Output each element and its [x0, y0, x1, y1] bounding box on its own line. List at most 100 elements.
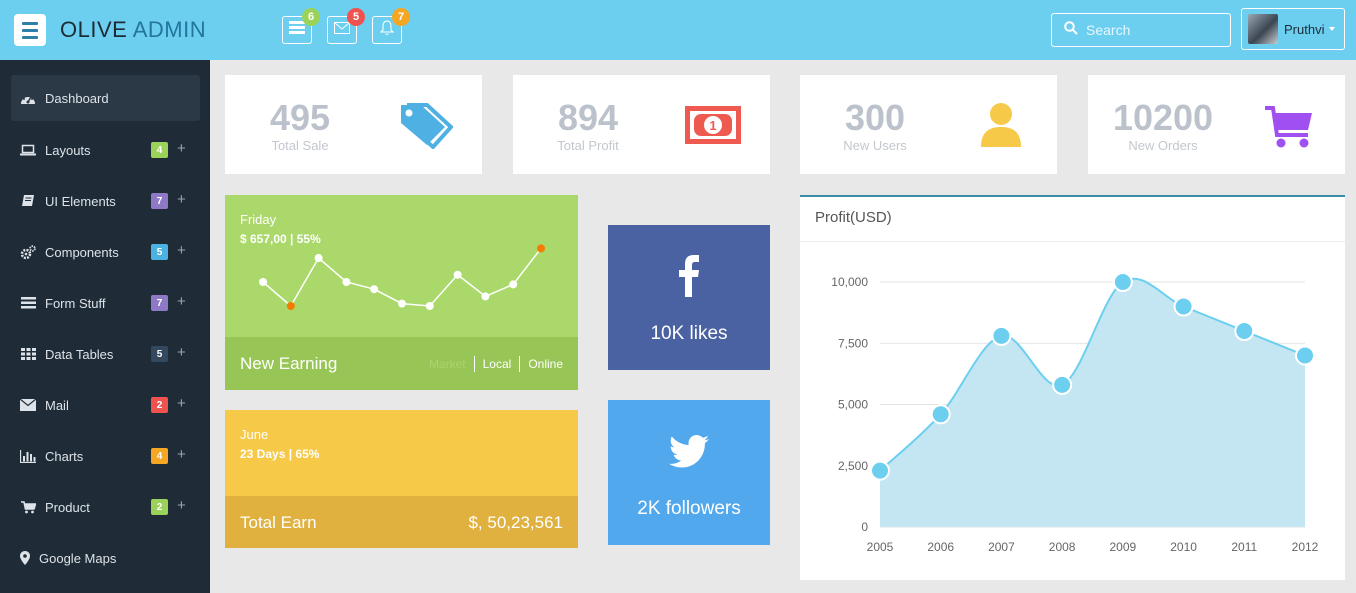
stat-label: Total Profit — [557, 138, 619, 153]
sparkline-point — [481, 292, 490, 301]
earning-filter-tabs: Market Local Online — [429, 356, 563, 372]
total-earn-widget: June 23 Days | 65% Total Earn $, 50,23,5… — [225, 410, 578, 548]
laptop-icon — [20, 142, 36, 158]
sidebar: Dashboard Layouts 4 + UI Elements 7 + Co… — [0, 60, 210, 593]
stat-card-total-profit: 894 Total Profit 1 — [513, 75, 770, 174]
x-tick-label: 2010 — [1170, 540, 1197, 554]
expand-plus-icon[interactable]: + — [177, 395, 186, 412]
y-tick-label: 10,000 — [831, 275, 868, 289]
expand-plus-icon[interactable]: + — [177, 242, 186, 259]
brand-name-part1: OLIVE — [60, 17, 128, 42]
stat-value: 300 — [844, 97, 906, 138]
brand-logo[interactable]: OLIVE ADMIN — [60, 17, 206, 43]
search-input[interactable] — [1086, 22, 1226, 38]
sidebar-item-data-tables[interactable]: Data Tables 5 + — [11, 331, 200, 377]
x-tick-label: 2012 — [1292, 540, 1319, 554]
data-point — [1052, 374, 1073, 395]
sidebar-item-google-maps[interactable]: Google Maps — [11, 535, 200, 581]
sidebar-count-badge: 2 — [151, 397, 168, 413]
stat-label: New Users — [843, 138, 907, 153]
sparkline-point — [398, 299, 406, 308]
tab-online[interactable]: Online — [528, 357, 563, 371]
sidebar-item-dashboard[interactable]: Dashboard — [11, 75, 200, 121]
y-tick-label: 7,500 — [838, 336, 868, 350]
facebook-likes: 10K likes — [650, 323, 728, 344]
sidebar-item-layouts[interactable]: Layouts 4 + — [11, 127, 200, 173]
tab-divider — [473, 356, 475, 372]
stat-label: Total Sale — [271, 138, 329, 153]
earn-month: June — [240, 427, 269, 442]
twitter-card[interactable]: 2K followers — [608, 400, 770, 545]
profit-chart-panel: Profit(USD) 0 2,500 5,000 7,500 10,000 2005 20… — [800, 195, 1345, 580]
total-earn-footer: Total Earn $, 50,23,561 — [225, 496, 578, 548]
gears-icon — [20, 244, 36, 260]
tab-divider — [519, 356, 521, 372]
sidebar-item-form-stuff[interactable]: Form Stuff 7 + — [11, 280, 200, 326]
stat-card-new-orders: 10200 New Orders — [1088, 75, 1345, 174]
facebook-card[interactable]: 10K likes — [608, 225, 770, 370]
expand-plus-icon[interactable]: + — [177, 293, 186, 310]
expand-plus-icon[interactable]: + — [177, 344, 186, 361]
sparkline-point — [342, 278, 351, 286]
sidebar-count-badge: 4 — [151, 448, 168, 464]
menu-toggle-button[interactable] — [14, 14, 46, 46]
sparkline-point — [259, 278, 267, 286]
money-icon: 1 — [685, 106, 741, 149]
mail-icon — [334, 21, 350, 39]
expand-plus-icon[interactable]: + — [177, 497, 186, 514]
sidebar-item-charts[interactable]: Charts 4 + — [11, 433, 200, 479]
user-menu-button[interactable]: Pruthvi — [1241, 8, 1345, 50]
sidebar-item-mail[interactable]: Mail 2 + — [11, 382, 200, 428]
y-tick-label: 2,500 — [838, 459, 868, 473]
earning-title: New Earning — [240, 354, 338, 373]
user-icon — [980, 103, 1022, 154]
list-icon — [20, 295, 36, 311]
earn-detail: 23 Days | 65% — [240, 447, 320, 461]
total-earn-value: $, 50,23,561 — [468, 513, 563, 532]
search-box — [1051, 13, 1231, 47]
brand-name-part2: ADMIN — [132, 17, 207, 42]
data-point — [1173, 296, 1194, 317]
cart-icon — [1264, 105, 1314, 154]
total-earn-title: Total Earn — [240, 513, 317, 532]
x-tick-label: 2006 — [927, 540, 954, 554]
sidebar-count-badge: 4 — [151, 142, 168, 158]
alerts-notification-button[interactable]: 7 — [372, 8, 410, 44]
tab-local[interactable]: Local — [483, 357, 512, 371]
user-name: Pruthvi — [1284, 21, 1325, 37]
earning-sparkline — [259, 244, 545, 310]
sidebar-item-components[interactable]: Components 5 + — [11, 229, 200, 275]
expand-plus-icon[interactable]: + — [177, 446, 186, 463]
dashboard-icon — [20, 90, 36, 106]
sparkline-line — [262, 247, 542, 308]
alerts-count-badge: 7 — [392, 8, 410, 26]
tasks-notification-button[interactable]: 6 — [282, 8, 320, 44]
list-icon — [289, 20, 305, 40]
tab-market[interactable]: Market — [429, 357, 466, 371]
data-point — [930, 404, 951, 425]
sidebar-count-badge: 7 — [151, 295, 168, 311]
data-point — [870, 460, 890, 481]
expand-plus-icon[interactable]: + — [177, 191, 186, 208]
stat-value: 10200 — [1112, 97, 1214, 138]
sidebar-item-ui-elements[interactable]: UI Elements 7 + — [11, 178, 200, 224]
mail-icon — [20, 397, 36, 413]
stat-card-new-users: 300 New Users — [800, 75, 1057, 174]
caret-down-icon — [1329, 27, 1336, 31]
twitter-icon — [669, 435, 709, 473]
search-icon — [1064, 20, 1078, 40]
map-marker-icon — [20, 550, 30, 566]
sparkline-point — [314, 254, 323, 262]
panel-title: Profit(USD) — [815, 209, 892, 226]
sparkline-point — [509, 280, 518, 289]
sidebar-count-badge: 7 — [151, 193, 168, 209]
sparkline-point — [286, 302, 295, 310]
earning-day: Friday — [240, 212, 277, 227]
mail-notification-button[interactable]: 5 — [327, 8, 365, 44]
x-tick-label: 2005 — [867, 540, 894, 554]
stat-value: 894 — [557, 97, 619, 138]
sidebar-item-product[interactable]: Product 2 + — [11, 484, 200, 530]
data-point — [1234, 321, 1255, 341]
expand-plus-icon[interactable]: + — [177, 140, 186, 157]
table-icon — [20, 346, 36, 362]
